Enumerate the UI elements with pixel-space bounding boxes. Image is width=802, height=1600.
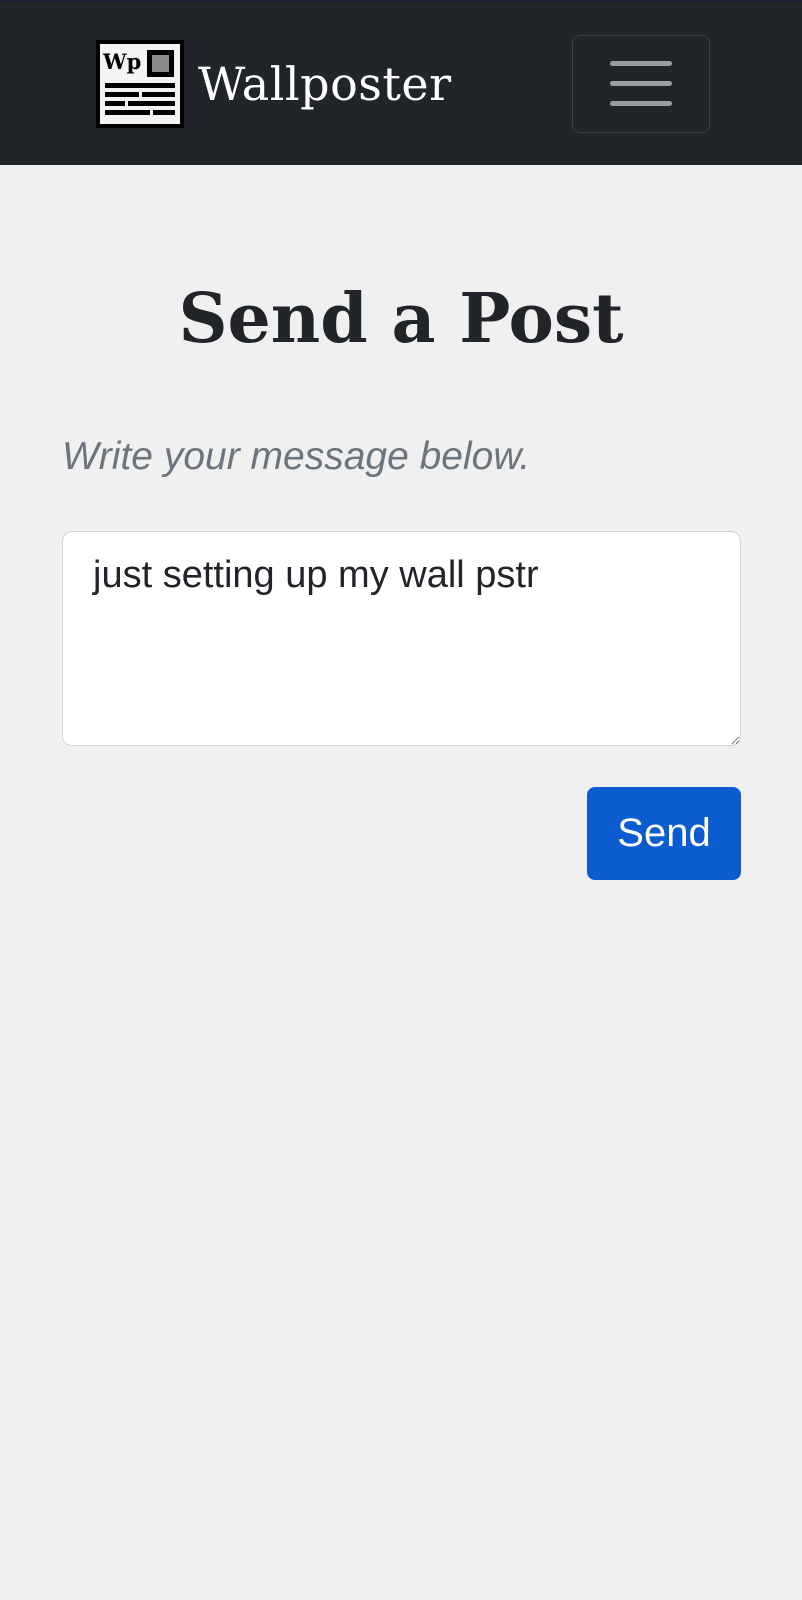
menu-toggle-button[interactable] — [572, 35, 710, 133]
navbar: Wp Wallposter — [0, 0, 802, 165]
brand-name: Wallposter — [198, 57, 452, 111]
newspaper-logo-icon: Wp — [96, 40, 184, 128]
logo-monogram: Wp — [102, 49, 141, 74]
hamburger-menu-icon — [610, 61, 672, 106]
brand-link[interactable]: Wp Wallposter — [96, 39, 452, 129]
instruction-text: Write your message below. — [62, 435, 531, 478]
send-button[interactable]: Send — [587, 787, 741, 880]
page-title: Send a Post — [178, 279, 624, 359]
message-textarea[interactable]: just setting up my wall pstr — [62, 531, 741, 746]
